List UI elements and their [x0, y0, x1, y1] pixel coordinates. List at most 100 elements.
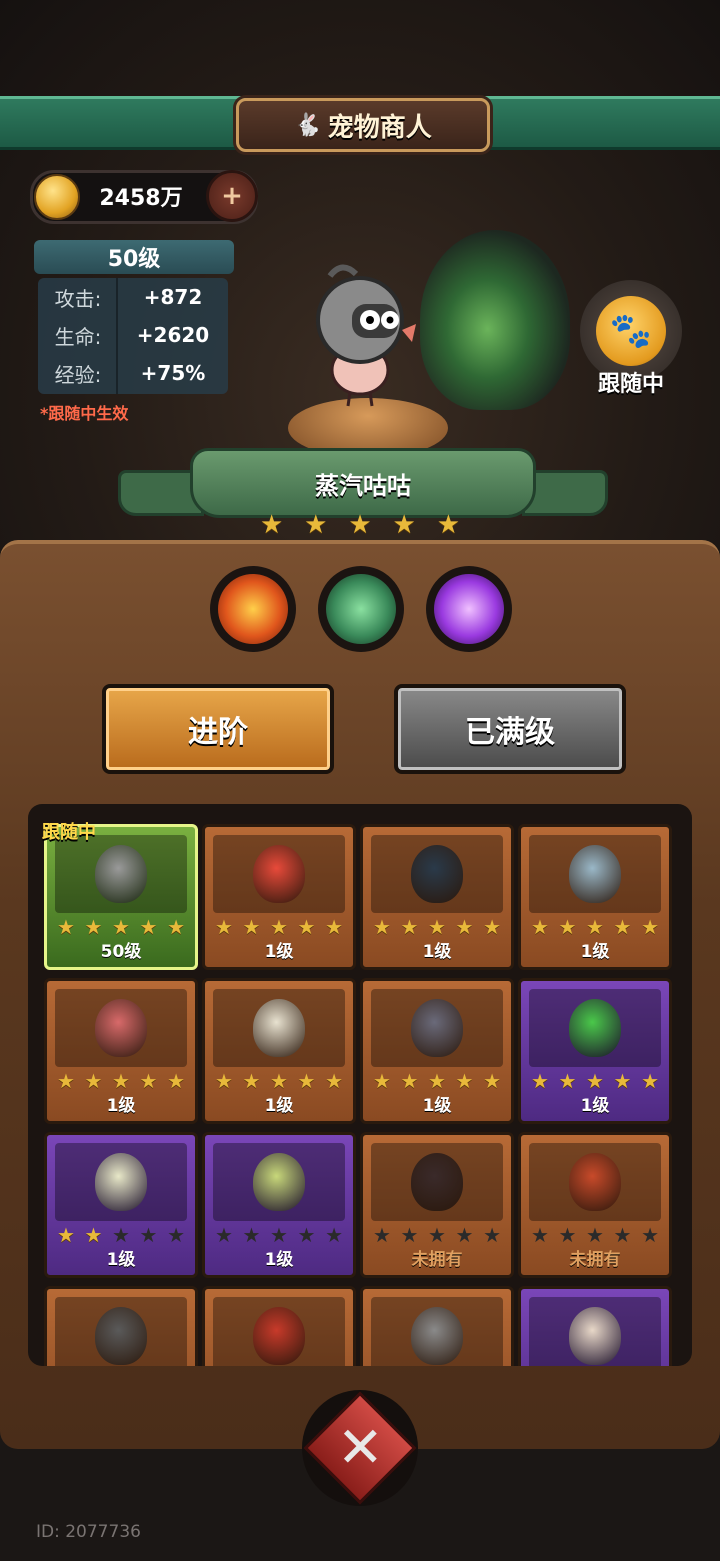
close-button-frame: ✕: [302, 1390, 418, 1506]
pet-card[interactable]: ★ ★ ★ ★ ★ 未拥有: [518, 1132, 672, 1278]
star-icon: ★: [586, 915, 604, 939]
pet-star-rating: ★ ★ ★ ★ ★: [260, 510, 460, 540]
star-icon: ★: [586, 1223, 604, 1247]
pet-card[interactable]: ★ ★ ★ ★ ★ 1级: [44, 978, 198, 1124]
pet-card[interactable]: ★ ★ ★ ★ ★ 1级: [44, 1132, 198, 1278]
pet-card-stars: ★ ★ ★ ★ ★: [215, 1069, 343, 1093]
pet-card-stars: ★ ★ ★ ★ ★: [373, 915, 501, 939]
pet-card-level: 未拥有: [569, 1250, 621, 1270]
pet-card-stars: ★ ★ ★ ★ ★: [57, 1069, 185, 1093]
pet-avatar: [411, 845, 463, 903]
skill-slot-claw[interactable]: [318, 566, 404, 652]
star-icon: ★: [260, 510, 284, 540]
star-icon: ★: [483, 1223, 501, 1247]
pet-avatar: [253, 1153, 305, 1211]
pet-card[interactable]: ★ ★ ★ ★ ★ 1级: [518, 824, 672, 970]
star-icon: ★: [348, 510, 372, 540]
fire-skill-icon: [218, 574, 288, 644]
star-icon: ★: [297, 915, 316, 939]
star-icon: ★: [325, 1069, 343, 1093]
star-icon: ★: [297, 1223, 316, 1247]
pet-card-stars: ★ ★ ★ ★ ★: [531, 915, 659, 939]
plus-icon: +: [221, 181, 243, 211]
star-icon: ★: [641, 1223, 659, 1247]
pet-card[interactable]: ★ ★ ★ ★ ★ 1级: [202, 1132, 356, 1278]
rabbit-icon: 🐇: [294, 112, 322, 138]
close-icon: ✕: [336, 1414, 384, 1480]
pet-card-level: 50级: [100, 942, 142, 962]
close-button[interactable]: ✕: [303, 1391, 417, 1505]
star-icon: ★: [483, 915, 501, 939]
pet-name-ribbon: 蒸汽咕咕: [190, 448, 536, 518]
star-icon: ★: [242, 1223, 261, 1247]
pet-card-stars: ★ ★ ★ ★ ★: [373, 1069, 501, 1093]
star-icon: ★: [455, 915, 474, 939]
pet-card[interactable]: ★ ★ ★ ★ ★ 50级: [44, 824, 198, 970]
star-icon: ★: [613, 1069, 632, 1093]
pet-card[interactable]: ★★★★★: [360, 1286, 514, 1366]
star-icon: ★: [84, 1069, 103, 1093]
star-icon: ★: [373, 1223, 391, 1247]
speech-skill-icon: [434, 574, 504, 644]
pet-card[interactable]: ★★★★★: [518, 1286, 672, 1366]
star-icon: ★: [373, 1069, 391, 1093]
pet-card-level: 1级: [580, 942, 610, 962]
stat-key: 生命:: [54, 324, 102, 349]
add-currency-button[interactable]: +: [206, 170, 258, 222]
pet-stats-table: 攻击: +872 生命: +2620 经验: +75%: [38, 278, 228, 394]
stat-key: 经验:: [54, 362, 102, 387]
star-icon: ★: [270, 1223, 288, 1247]
pet-card-level: 1级: [264, 1096, 294, 1116]
pet-avatar: [569, 1153, 621, 1211]
pet-collection-grid[interactable]: ★ ★ ★ ★ ★ 50级 ★ ★ ★ ★ ★ 1级 ★ ★ ★ ★ ★ 1级 ★ ★ ★ ★ ★ 1级 ★ ★ ★ ★ ★ 1级 ★ ★ ★ ★…: [28, 804, 692, 1366]
user-id: ID: 2077736: [36, 1522, 141, 1542]
advance-button[interactable]: 进阶: [102, 684, 334, 774]
pet-avatar: [95, 1153, 147, 1211]
pet-avatar: [95, 1307, 147, 1365]
pet-steam-pigeon-sprite: [316, 264, 416, 407]
skill-slot-fire[interactable]: [210, 566, 296, 652]
star-icon: ★: [215, 1223, 233, 1247]
pet-card[interactable]: ★ ★ ★ ★ ★ 未拥有: [360, 1132, 514, 1278]
stat-value: +872: [143, 285, 203, 309]
star-icon: ★: [558, 1223, 577, 1247]
pet-card[interactable]: ★★★★★: [202, 1286, 356, 1366]
pet-card-level: 未拥有: [411, 1250, 463, 1270]
pet-card[interactable]: ★ ★ ★ ★ ★ 1级: [202, 824, 356, 970]
pet-card-level: 1级: [580, 1096, 610, 1116]
pet-card-stars: ★ ★ ★ ★ ★: [215, 915, 343, 939]
stat-value: +75%: [140, 361, 206, 385]
star-icon: ★: [167, 1069, 185, 1093]
star-icon: ★: [57, 1069, 75, 1093]
pet-card[interactable]: ★ ★ ★ ★ ★ 1级: [202, 978, 356, 1124]
potion-flask-decoration: [420, 230, 570, 410]
star-icon: ★: [242, 1069, 261, 1093]
star-icon: ★: [428, 915, 446, 939]
pet-avatar: [253, 999, 305, 1057]
pet-level-plate: 50级: [34, 240, 234, 274]
star-icon: ★: [270, 1069, 288, 1093]
stat-row-exp: 经验: +75%: [38, 354, 228, 392]
paw-icon: 🐾: [596, 296, 666, 366]
star-icon: ★: [325, 915, 343, 939]
star-icon: ★: [641, 915, 659, 939]
pet-card-stars: ★ ★ ★ ★ ★: [373, 1223, 501, 1247]
pet-card[interactable]: ★★★★★: [44, 1286, 198, 1366]
pet-card[interactable]: ★ ★ ★ ★ ★ 1级: [360, 978, 514, 1124]
pet-card-stars: ★ ★ ★ ★ ★: [215, 1223, 343, 1247]
star-icon: ★: [400, 915, 419, 939]
skill-slot-speech[interactable]: [426, 566, 512, 652]
title-plate: 🐇 宠物商人: [236, 98, 490, 152]
star-icon: ★: [373, 915, 391, 939]
pet-card[interactable]: ★ ★ ★ ★ ★ 1级: [360, 824, 514, 970]
star-icon: ★: [270, 915, 288, 939]
stat-row-health: 生命: +2620: [38, 316, 228, 354]
pet-card[interactable]: ★ ★ ★ ★ ★ 1级: [518, 978, 672, 1124]
max-level-button[interactable]: 已满级: [394, 684, 626, 774]
star-icon: ★: [167, 915, 185, 939]
star-icon: ★: [428, 1223, 446, 1247]
pet-card-stars: ★ ★ ★ ★ ★: [57, 1223, 185, 1247]
star-icon: ★: [531, 1223, 549, 1247]
pet-card-level: 1级: [106, 1250, 136, 1270]
pet-name: 蒸汽咕咕: [315, 471, 411, 500]
